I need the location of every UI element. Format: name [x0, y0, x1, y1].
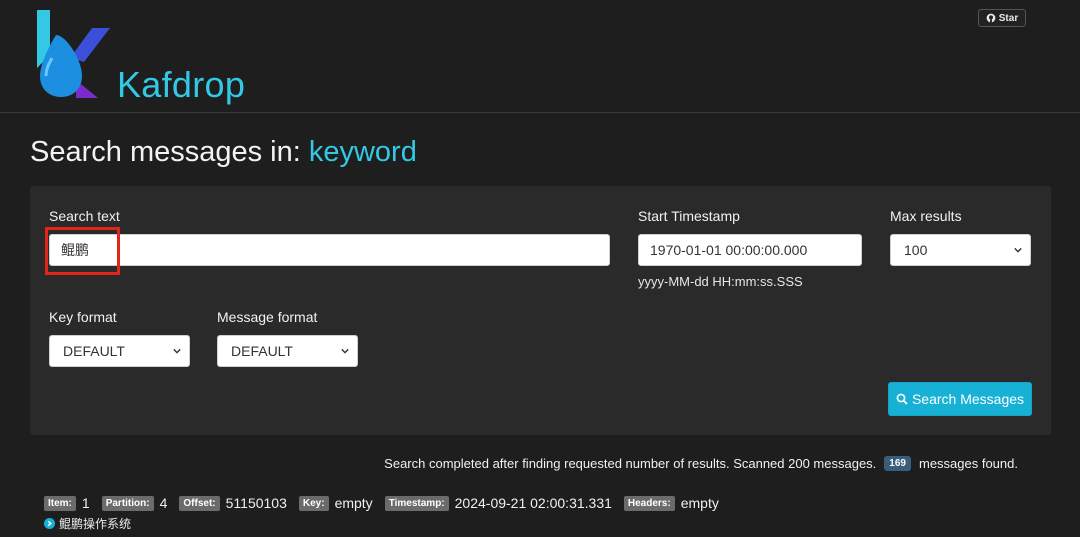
key-tag: Key:	[298, 495, 329, 511]
message-format-select[interactable]: DEFAULT	[217, 335, 358, 367]
offset-tag: Offset:	[179, 495, 220, 511]
headers-tag: Headers:	[623, 495, 675, 511]
headers-value: empty	[680, 495, 719, 511]
message-format-label: Message format	[217, 309, 318, 325]
chevron-down-icon	[341, 348, 349, 354]
messages-found-count-badge: 169	[884, 456, 911, 471]
partition-tag: Partition:	[101, 495, 154, 511]
max-results-select[interactable]: 100	[890, 234, 1031, 266]
search-icon	[896, 393, 908, 405]
key-format-value: DEFAULT	[63, 343, 125, 359]
page-title: Search messages in: keyword	[30, 136, 417, 169]
chevron-down-icon	[173, 348, 181, 354]
search-text-label: Search text	[49, 208, 120, 224]
start-timestamp-value: 1970-01-01 00:00:00.000	[650, 242, 808, 258]
key-format-label: Key format	[49, 309, 117, 325]
max-results-label: Max results	[890, 208, 962, 224]
max-results-value: 100	[904, 242, 928, 258]
title-prefix: Search messages in:	[30, 136, 309, 168]
message-format-value: DEFAULT	[231, 343, 293, 359]
item-tag: Item:	[44, 495, 76, 511]
start-timestamp-label: Start Timestamp	[638, 208, 740, 224]
status-text: Search completed after finding requested…	[384, 456, 877, 471]
message-preview[interactable]: 鲲鹏操作系统	[44, 515, 131, 532]
timestamp-format-hint: yyyy-MM-dd HH:mm:ss.SSS	[638, 274, 803, 289]
github-star-button[interactable]: Star	[978, 9, 1026, 27]
github-icon	[986, 13, 996, 23]
search-status: Search completed after finding requested…	[384, 456, 1018, 471]
message-result-row: Item: 1 Partition: 4 Offset: 51150103 Ke…	[44, 495, 725, 511]
top-header: Kafdrop Star	[0, 0, 1080, 113]
topic-name[interactable]: keyword	[309, 136, 417, 168]
timestamp-value: 2024-09-21 02:00:31.331	[454, 495, 612, 511]
message-text: 鲲鹏操作系统	[59, 517, 132, 531]
timestamp-tag: Timestamp:	[384, 495, 449, 511]
search-messages-button[interactable]: Search Messages	[888, 382, 1032, 416]
key-format-select[interactable]: DEFAULT	[49, 335, 190, 367]
search-button-label: Search Messages	[911, 391, 1025, 407]
partition-value: 4	[159, 495, 168, 511]
search-text-highlight-box	[45, 227, 120, 275]
brand-name[interactable]: Kafdrop	[117, 64, 245, 106]
key-value: empty	[334, 495, 373, 511]
search-text-input[interactable]: 鲲鹏	[49, 234, 610, 266]
offset-value: 51150103	[225, 495, 287, 511]
expand-arrow-icon[interactable]	[44, 518, 55, 529]
star-label: Star	[998, 12, 1019, 24]
kafdrop-logo-icon	[37, 10, 110, 98]
item-value: 1	[81, 495, 90, 511]
start-timestamp-input[interactable]: 1970-01-01 00:00:00.000	[638, 234, 862, 266]
chevron-down-icon	[1014, 247, 1022, 253]
status-suffix: messages found.	[918, 456, 1018, 471]
